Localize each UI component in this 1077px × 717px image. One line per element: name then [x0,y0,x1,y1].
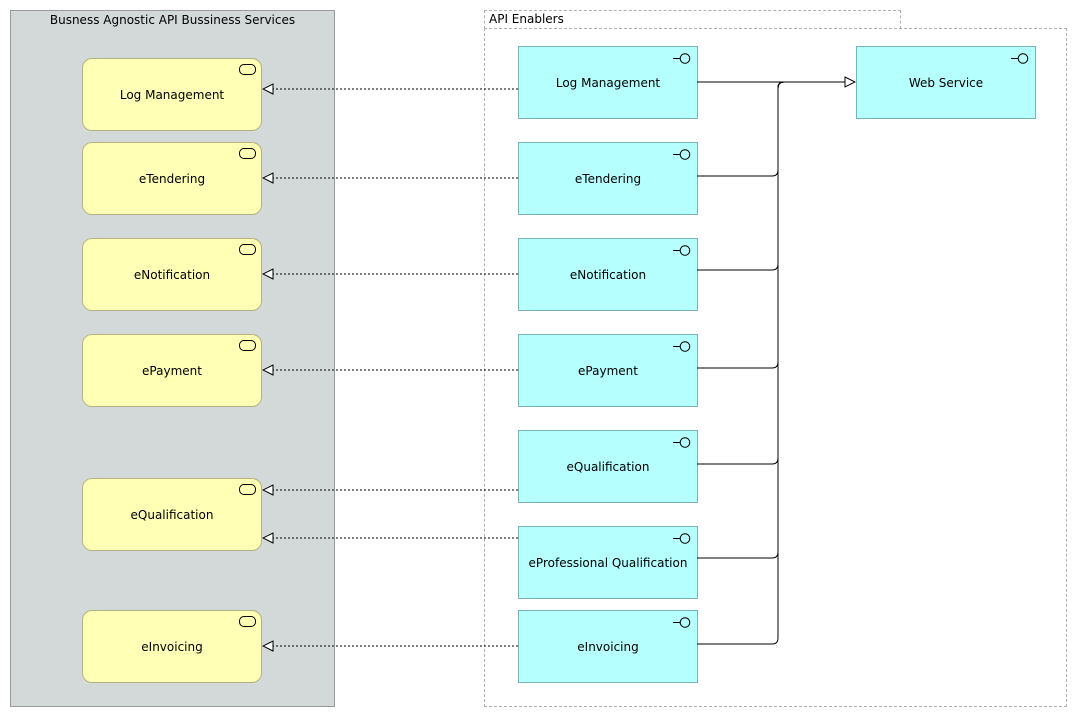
specialization-line [697,81,785,465]
specialization-line [697,81,785,177]
specialization-line [697,81,785,645]
connections [0,0,1077,717]
specialization-line [697,81,785,559]
specialization-line [697,81,785,369]
